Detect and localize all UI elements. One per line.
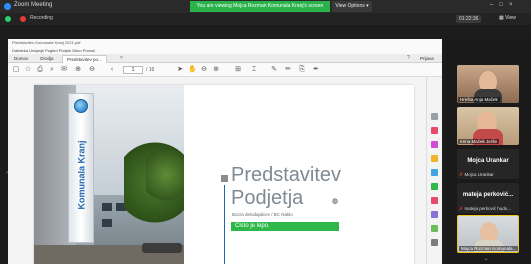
recording-dot-icon xyxy=(20,16,26,22)
participant-panel: Hrešta Anja Maček Irena Maček Jerše Mojc… xyxy=(446,39,531,264)
zoom-title-bar: Zoom Meeting You are viewing Mojca Rozma… xyxy=(0,0,531,13)
scroll-down-icon[interactable]: ⌄ xyxy=(484,256,488,262)
prev-page-icon[interactable]: ‹ xyxy=(108,66,116,74)
slide-title-line2: Podjetja xyxy=(231,187,304,209)
tab-document[interactable]: Predstavitev po... xyxy=(62,55,107,63)
fit-page-icon[interactable]: ⊞ xyxy=(234,66,242,74)
fill-sign-icon[interactable] xyxy=(431,225,438,232)
komunala-logo-icon xyxy=(74,99,88,113)
muted-mic-icon: ✗ xyxy=(459,172,464,178)
comment-tool-icon[interactable] xyxy=(431,155,438,162)
view-button-label: View xyxy=(505,15,516,21)
muted-mic-icon: ✗ xyxy=(459,206,464,212)
close-tab-icon[interactable]: × xyxy=(120,55,123,61)
zoom-out-icon[interactable]: ⊖ xyxy=(200,66,208,74)
participant-name-row: ✗ Mojca Urankar xyxy=(459,172,494,178)
search-icon[interactable]: ⌕ xyxy=(48,66,56,74)
bookmark-icon[interactable]: ☆ xyxy=(24,66,32,74)
sign-icon[interactable]: ✒ xyxy=(312,66,320,74)
help-icon[interactable]: ? xyxy=(407,55,410,61)
mouse-cursor-icon: ◍ xyxy=(332,198,339,205)
pdf-page: Komunala Kranj Predstavitev Podjetja Bor… xyxy=(34,85,414,264)
organize-icon[interactable] xyxy=(431,183,438,190)
panel-collapse-icon[interactable]: › xyxy=(6,170,8,176)
participant-display-name: Mojca Urankar xyxy=(467,158,509,164)
slide-subtitle: Borza delodajalcev / BC Naklo xyxy=(232,212,293,217)
participant-tile[interactable]: Mojca Urankar ✗ Mojca Urankar xyxy=(457,149,519,179)
tab-orodja[interactable]: Orodja xyxy=(36,55,58,63)
window-controls[interactable]: –□× xyxy=(490,2,518,8)
pdf-tab-bar: Domov Orodja Predstavitev po... × ? Prij… xyxy=(8,54,442,63)
minimize-icon[interactable]: – xyxy=(490,2,499,8)
participant-display-name: mateja perković... xyxy=(462,192,514,198)
pdf-right-toolbar xyxy=(426,77,442,264)
page-down-icon[interactable]: ⊖ xyxy=(88,66,96,74)
participant-video[interactable]: Hrešta Anja Maček xyxy=(457,65,519,103)
pen-icon[interactable]: ✏ xyxy=(284,66,292,74)
zoom-window: Zoom Meeting You are viewing Mojca Rozma… xyxy=(0,0,531,264)
pdf-toolbar: ▢ ☆ ⎙ ⌕ ✉ ⊕ ⊖ ‹ 1 / 16 ➤ ✋ ⊖ ⊕ ⊞ ⌶ ✎ ✏ ⎘… xyxy=(8,63,442,77)
participant-name: mateja perković hudo... xyxy=(464,206,511,211)
car xyxy=(142,243,182,253)
page-total: / 16 xyxy=(146,67,155,73)
email-icon[interactable]: ✉ xyxy=(60,66,68,74)
hand-tool-icon[interactable]: ✋ xyxy=(188,66,197,74)
sign-text-label: Komunala Kranj xyxy=(76,140,87,210)
participant-video[interactable]: Irena Maček Jerše xyxy=(457,107,519,145)
recording-bar: Recording 01:22:36 ▦ View xyxy=(0,13,531,25)
meeting-timer: 01:22:36 xyxy=(456,15,482,23)
building-photo: Komunala Kranj xyxy=(34,85,184,264)
edit-pdf-icon[interactable] xyxy=(431,141,438,148)
title-bullet xyxy=(221,175,228,182)
page-up-icon[interactable]: ⊕ xyxy=(74,66,82,74)
participant-name: Mojca Urankar xyxy=(464,172,494,177)
view-button[interactable]: ▦ View xyxy=(499,15,516,21)
viewing-screen-banner: You are viewing Mojca Rozman Komunala Kr… xyxy=(190,1,330,12)
participant-name: Irena Maček Jerše xyxy=(458,139,500,144)
security-shield-icon[interactable] xyxy=(5,16,11,22)
highlight-icon[interactable]: ⎘ xyxy=(298,66,306,74)
combine-icon[interactable] xyxy=(431,169,438,176)
more-tools-icon[interactable] xyxy=(431,239,438,246)
select-tool-icon[interactable]: ⌶ xyxy=(250,66,258,74)
page-number-input[interactable]: 1 xyxy=(123,66,143,74)
new-file-icon[interactable]: ▢ xyxy=(12,66,20,74)
tree xyxy=(146,145,184,205)
comment-icon[interactable]: ✎ xyxy=(270,66,278,74)
pdf-title-bar: Predstavitev-Komunala Kranj 2021.pdf xyxy=(8,39,442,47)
participant-tile[interactable]: mateja perković... ✗ mateja perković hud… xyxy=(457,183,519,213)
shared-screen: Predstavitev-Komunala Kranj 2021.pdf Dat… xyxy=(6,39,442,264)
maximize-icon[interactable]: □ xyxy=(499,2,509,8)
select-cursor-icon[interactable]: ➤ xyxy=(176,66,184,74)
slide-title-line1: Predstavitev xyxy=(231,164,342,186)
participant-name: Mojca Rozman Komunala... xyxy=(459,246,518,251)
signin-button[interactable]: Prijava xyxy=(420,55,434,63)
participant-name: Hrešta Anja Maček xyxy=(458,97,500,102)
participant-name-row: ✗ mateja perković hudo... xyxy=(459,206,511,212)
window-title: Zoom Meeting xyxy=(14,2,53,8)
zoom-logo-icon xyxy=(4,3,11,10)
tab-domov[interactable]: Domov xyxy=(10,55,32,63)
recording-label: Recording xyxy=(30,15,53,21)
print-icon[interactable]: ⎙ xyxy=(36,66,44,74)
sign-text: Komunala Kranj xyxy=(68,125,94,225)
search-tool-icon[interactable] xyxy=(431,113,438,120)
view-options-button[interactable]: View Options ▾ xyxy=(332,1,372,12)
pdf-menu-bar[interactable]: Datoteka Urejanje Pogled Podpis Okno Pom… xyxy=(8,47,442,54)
slogan-box: Čisto je lepo. xyxy=(231,222,339,231)
export-pdf-icon[interactable] xyxy=(431,127,438,134)
window xyxy=(102,219,112,227)
zoom-in-icon[interactable]: ⊕ xyxy=(212,66,220,74)
participant-video-active-speaker[interactable]: Mojca Rozman Komunala... xyxy=(457,215,519,253)
close-icon[interactable]: × xyxy=(509,2,519,8)
protect-icon[interactable] xyxy=(431,211,438,218)
accent-line xyxy=(224,185,225,264)
window xyxy=(102,203,112,211)
redact-icon[interactable] xyxy=(431,197,438,204)
